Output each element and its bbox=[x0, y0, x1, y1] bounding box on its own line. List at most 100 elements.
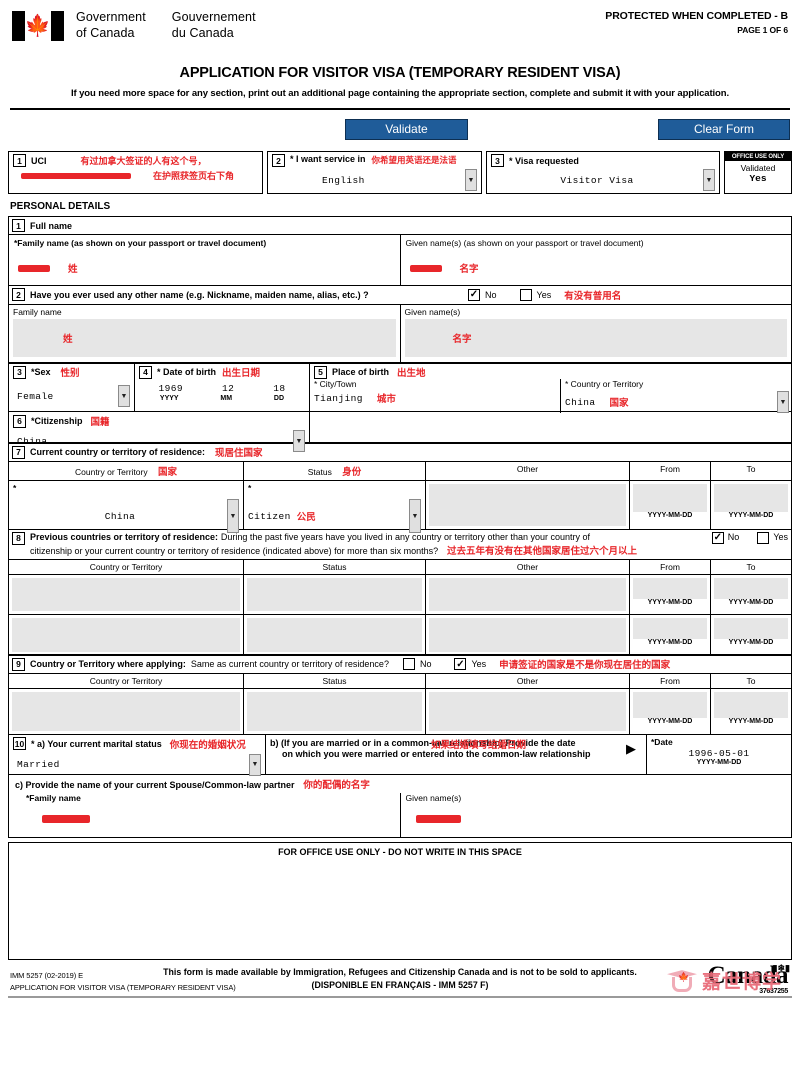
section-10-marital-status: 10 * a) Your current marital status 你现在的… bbox=[8, 733, 792, 838]
field-number: 2 bbox=[272, 154, 285, 168]
sex-value[interactable]: Female bbox=[17, 391, 54, 402]
protection-marking: PROTECTED WHEN COMPLETED - B PAGE 1 OF 6 bbox=[605, 10, 788, 35]
chevron-down-icon[interactable]: ▼ bbox=[409, 499, 421, 534]
government-of-canada-signature: 🍁 Government of Canada Gouvernement du C… bbox=[12, 10, 256, 41]
s7-other-input[interactable] bbox=[429, 484, 626, 527]
chevron-down-icon[interactable]: ▼ bbox=[703, 169, 715, 192]
dob-month-hint: MM bbox=[220, 395, 233, 403]
s9-country-input[interactable] bbox=[12, 692, 240, 732]
s9-other-input[interactable] bbox=[429, 692, 626, 732]
s8-r1-status-input[interactable] bbox=[247, 577, 422, 611]
s8-r1-to-input[interactable] bbox=[714, 577, 788, 599]
s9-from-input[interactable] bbox=[633, 692, 707, 719]
clear-form-button[interactable]: Clear Form bbox=[658, 119, 790, 141]
section-8-previous-residence: 8 Previous countries or territory of res… bbox=[8, 528, 792, 656]
marital-status-value[interactable]: Married bbox=[17, 759, 60, 770]
dob-label: * Date of birth bbox=[157, 367, 217, 378]
s8-r2-country-input[interactable] bbox=[12, 617, 240, 652]
pob-city-value[interactable]: Tianjing bbox=[314, 393, 363, 404]
dob-day-value[interactable]: 18 bbox=[273, 383, 285, 394]
s8-r2-to-input[interactable] bbox=[714, 617, 788, 639]
other-family-name-input[interactable]: 姓 bbox=[13, 318, 396, 357]
validate-button[interactable]: Validate bbox=[345, 119, 468, 141]
s8-r2-status-input[interactable] bbox=[247, 617, 422, 652]
col-header-status: Status 身份 bbox=[243, 462, 425, 481]
col-header-from: From bbox=[629, 462, 710, 481]
field-number: 8 bbox=[12, 531, 25, 545]
given-name-field[interactable]: Given name(s) (as shown on your passport… bbox=[399, 235, 792, 286]
field-number: 9 bbox=[12, 657, 25, 671]
citizenship-value[interactable]: China bbox=[17, 436, 48, 447]
s9-to-input[interactable] bbox=[714, 692, 788, 719]
chevron-down-icon[interactable]: ▼ bbox=[293, 430, 305, 453]
marital-status-note: 你现在的婚姻状况 bbox=[169, 739, 246, 751]
protected-label: PROTECTED WHEN COMPLETED - B bbox=[605, 10, 788, 22]
family-name-value-redacted[interactable] bbox=[18, 264, 50, 272]
validated-label: Validated bbox=[740, 163, 776, 174]
form-toolbar: Validate Clear Form bbox=[8, 119, 792, 145]
marital-status-label: * a) Your current marital status bbox=[31, 738, 162, 749]
visa-requested-value[interactable]: Visitor Visa bbox=[560, 175, 633, 186]
table-row: YYYY-MM-DD YYYY-MM-DD bbox=[9, 689, 791, 735]
s7-to-hint: YYYY-MM-DD bbox=[728, 512, 774, 520]
uci-note-line2: 在护照获签页右下角 bbox=[153, 171, 235, 182]
country-applying-no-label: No bbox=[419, 659, 432, 670]
spouse-family-name-redacted[interactable] bbox=[42, 814, 90, 823]
s8-r1-other-input[interactable] bbox=[429, 577, 626, 611]
other-given-name-input[interactable]: 名字 bbox=[404, 318, 787, 357]
chevron-down-icon[interactable]: ▼ bbox=[226, 499, 239, 534]
spouse-given-name-redacted[interactable] bbox=[415, 814, 461, 823]
dob-month-value[interactable]: 12 bbox=[222, 383, 234, 394]
marriage-date-value[interactable]: 1996-05-01 bbox=[651, 748, 787, 759]
page-subtitle: If you need more space for any section, … bbox=[70, 88, 729, 100]
country-applying-no-checkbox[interactable] bbox=[402, 658, 415, 671]
col-header-country: Country or Territory bbox=[89, 561, 163, 572]
uci-field-group: 1 UCI 有过加拿大签证的人有这个号， 在护照获签页右下角 bbox=[8, 151, 263, 195]
uci-value-redacted[interactable] bbox=[21, 172, 131, 179]
visa-requested-label: * Visa requested bbox=[509, 155, 579, 166]
citizenship-note: 国籍 bbox=[90, 417, 110, 429]
spouse-family-name-label: *Family name bbox=[26, 792, 81, 803]
chevron-down-icon[interactable]: ▼ bbox=[777, 391, 789, 414]
s7-status-value[interactable]: Citizen bbox=[248, 511, 291, 522]
s8-r2-other-input[interactable] bbox=[429, 617, 626, 652]
office-use-title: OFFICE USE ONLY bbox=[725, 152, 791, 162]
dob-year-value[interactable]: 1969 bbox=[159, 383, 183, 394]
s9-status-input[interactable] bbox=[247, 692, 422, 732]
s9-from-hint: YYYY-MM-DD bbox=[647, 718, 693, 726]
other-names-no-checkbox[interactable]: ✓ bbox=[468, 288, 480, 301]
field-number: 6 bbox=[13, 414, 26, 428]
country-applying-yes-checkbox[interactable]: ✓ bbox=[454, 658, 467, 671]
s8-r2-from-input[interactable] bbox=[633, 617, 707, 639]
country-applying-note: 申请签证的国家是不是你现在居住的国家 bbox=[499, 660, 671, 672]
service-language-value[interactable]: English bbox=[322, 175, 365, 186]
office-use-caption: FOR OFFICE USE ONLY - DO NOT WRITE IN TH… bbox=[278, 846, 522, 857]
pob-note: 出生地 bbox=[397, 368, 426, 380]
pob-country-value[interactable]: China bbox=[565, 397, 596, 408]
given-name-value-redacted[interactable] bbox=[409, 264, 442, 272]
s8-r1-country-input[interactable] bbox=[12, 577, 240, 611]
col-header-status: Status bbox=[243, 559, 425, 574]
s8-r1-from-input[interactable] bbox=[633, 577, 707, 599]
chevron-down-icon[interactable]: ▼ bbox=[465, 169, 477, 192]
section-2-other-names: 2 Have you ever used any other name (e.g… bbox=[8, 284, 792, 364]
top-fields-strip: 1 UCI 有过加拿大签证的人有这个号， 在护照获签页右下角 2 * I wan… bbox=[8, 151, 792, 195]
s7-to-input[interactable] bbox=[714, 484, 788, 513]
form-title-block: APPLICATION FOR VISITOR VISA (TEMPORARY … bbox=[8, 65, 792, 99]
s7-other-cell bbox=[425, 481, 629, 530]
other-names-no-label: No bbox=[485, 289, 497, 300]
previous-residence-no-checkbox[interactable]: ✓ bbox=[711, 531, 724, 544]
page-number: PAGE 1 OF 6 bbox=[737, 25, 788, 35]
col-header-other: Other bbox=[425, 674, 629, 689]
spouse-given-name-label: Given name(s) bbox=[405, 792, 462, 803]
family-name-field[interactable]: *Family name (as shown on your passport … bbox=[9, 235, 400, 285]
previous-residence-yes-checkbox[interactable] bbox=[757, 531, 770, 544]
other-family-name-cell: Family name 姓 bbox=[9, 305, 400, 363]
other-names-yes-checkbox[interactable] bbox=[519, 288, 532, 301]
s7-country-value[interactable]: China bbox=[105, 511, 136, 522]
personal-details-heading: PERSONAL DETAILS bbox=[10, 201, 111, 213]
chevron-down-icon[interactable]: ▼ bbox=[118, 385, 130, 408]
s7-from-input[interactable] bbox=[633, 484, 707, 513]
chevron-down-icon[interactable]: ▼ bbox=[249, 753, 261, 776]
marriage-date-q1: b) (If you are married or in a common-la… bbox=[270, 737, 576, 748]
